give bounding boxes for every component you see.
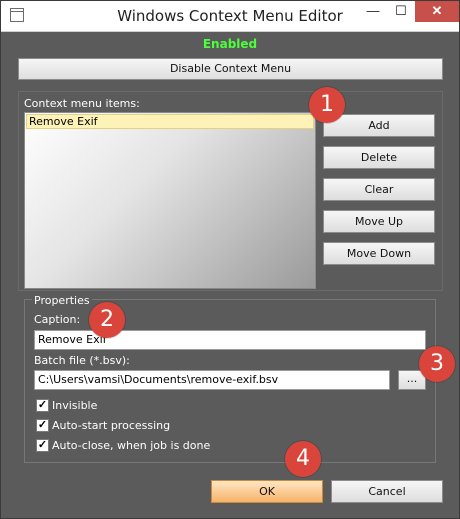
cancel-button[interactable]: Cancel (331, 480, 443, 503)
ok-button[interactable]: OK (211, 480, 323, 503)
list-item[interactable]: Remove Exif (26, 114, 314, 129)
delete-button[interactable]: Delete (323, 146, 435, 169)
auto-close-label: Auto-close, when job is done (52, 439, 211, 452)
context-items-label: Context menu items: (24, 97, 140, 110)
auto-close-checkbox[interactable]: ✓ (36, 439, 49, 452)
properties-group-label: Properties (32, 294, 92, 307)
caption-label: Caption: (34, 313, 81, 326)
context-items-list[interactable]: Remove Exif (24, 112, 316, 289)
caption-input[interactable]: Remove Exif (34, 330, 426, 350)
status-text: Enabled (202, 37, 258, 51)
invisible-label: Invisible (52, 399, 98, 412)
invisible-checkbox[interactable]: ✓ (36, 399, 49, 412)
editor-window: Windows Context Menu Editor — ☐ ✕ Enable… (0, 0, 460, 519)
batch-file-input[interactable]: C:\Users\vamsi\Documents\remove-exif.bsv (34, 370, 390, 390)
callout-badge-2: 2 (89, 302, 125, 338)
auto-start-label: Auto-start processing (52, 419, 171, 432)
minimize-button[interactable]: — (359, 1, 387, 22)
callout-badge-3: 3 (419, 346, 455, 382)
maximize-button[interactable]: ☐ (387, 1, 415, 22)
clear-button[interactable]: Clear (323, 178, 435, 201)
disable-context-menu-button[interactable]: Disable Context Menu (18, 58, 443, 80)
title-bar: Windows Context Menu Editor — ☐ ✕ (1, 1, 459, 32)
move-up-button[interactable]: Move Up (323, 210, 435, 233)
auto-start-checkbox[interactable]: ✓ (36, 419, 49, 432)
callout-badge-4: 4 (285, 441, 321, 477)
move-down-button[interactable]: Move Down (323, 242, 435, 265)
batch-file-label: Batch file (*.bsv): (34, 354, 130, 367)
close-button[interactable]: ✕ (415, 1, 459, 22)
callout-badge-1: 1 (309, 87, 345, 123)
